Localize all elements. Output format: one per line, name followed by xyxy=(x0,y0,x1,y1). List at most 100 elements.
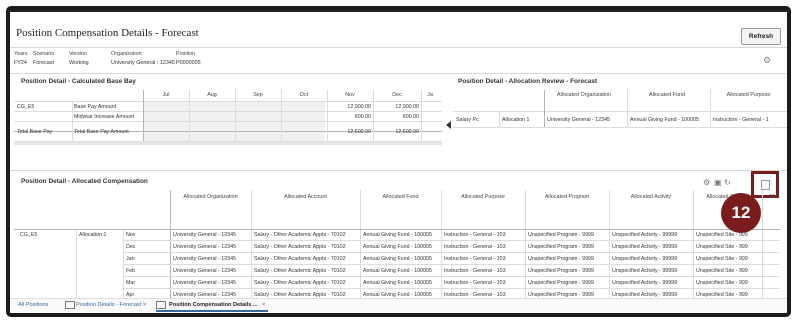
alloc-cell[interactable]: Annual Giving Fund - 100005 xyxy=(363,278,440,288)
pov-organization-value: University General : 12345 xyxy=(111,60,175,66)
alloc-cell[interactable]: Unspecified Program - 9999 xyxy=(528,254,608,264)
alloc-cell[interactable]: University General - 12345 xyxy=(173,230,250,240)
page-title: Position Compensation Details - Forecast xyxy=(16,27,199,39)
alloc-cell[interactable]: University General - 12345 xyxy=(173,266,250,276)
review-cell[interactable]: Annual Giving Fund - 100005 xyxy=(630,115,709,125)
alloc-cell[interactable]: Unspecified Activity - 99999 xyxy=(612,278,692,288)
refresh-button[interactable]: Refresh xyxy=(741,28,781,45)
calc-cell-dec[interactable]: 600.00 xyxy=(373,112,419,122)
grid-line xyxy=(421,90,422,141)
calc-cell-dec[interactable]: 12,000.00 xyxy=(373,102,419,112)
pov-organization[interactable]: Organization University General : 12345 xyxy=(111,50,175,68)
tab-form-icon xyxy=(65,301,75,309)
grid-line xyxy=(123,240,780,241)
grid-line xyxy=(72,101,73,141)
pov-divider xyxy=(10,73,787,74)
pov-position-value: P0000005 xyxy=(176,60,201,66)
tab-position-details-forecast[interactable]: Position Details - Forecast xyxy=(76,302,141,308)
alloc-cell[interactable]: Unspecified Program - 9999 xyxy=(528,278,608,288)
pov-years-value: FY24 xyxy=(14,60,27,66)
grid-line xyxy=(762,190,763,298)
alloc-header: Allo xyxy=(768,194,778,200)
alloc-cell[interactable]: University General - 12345 xyxy=(173,278,250,288)
refresh-icon[interactable]: ↻ xyxy=(724,178,731,187)
calc-cell-nov[interactable]: 12,600.00 xyxy=(327,127,371,137)
review-cell: Salary Pc xyxy=(456,117,479,123)
alloc-cell[interactable]: Instruction - General - 103 xyxy=(444,266,524,276)
alloc-cell[interactable]: University General - 12345 xyxy=(173,242,250,252)
pov-version[interactable]: Version Working xyxy=(69,50,89,68)
calc-cell-dec[interactable]: 12,600.00 xyxy=(373,127,419,137)
collapse-panel-arrow-icon[interactable] xyxy=(446,121,451,129)
calc-month-header: Jul xyxy=(162,92,170,98)
alloc-cell[interactable]: Unspecified Activity - 99999 xyxy=(612,254,692,264)
alloc-cell[interactable]: Unspecified Site - 999 xyxy=(696,266,760,276)
save-icon[interactable]: ▣ xyxy=(714,178,722,187)
review-cell[interactable]: University General - 12345 xyxy=(547,115,626,125)
alloc-cell[interactable]: Annual Giving Fund - 100005 xyxy=(363,242,440,252)
alloc-cell[interactable]: Unspecified Program - 9999 xyxy=(528,266,608,276)
grid-line xyxy=(360,190,361,298)
export-sheet-glyph xyxy=(760,179,770,190)
tab-position-compensation-details[interactable]: Position Compensation Details ... xyxy=(169,302,258,308)
alloc-cell[interactable]: Unspecified Activity - 99999 xyxy=(612,242,692,252)
calc-cell-nov[interactable]: 12,000.00 xyxy=(327,102,371,112)
calc-month-header: Ja xyxy=(427,92,433,98)
alloc-cell[interactable]: Unspecified Program - 9999 xyxy=(528,230,608,240)
alloc-cell[interactable]: Unspecified Site - 999 xyxy=(696,230,760,240)
alloc-cell[interactable]: Instruction - General - 103 xyxy=(444,254,524,264)
grid-line xyxy=(499,111,500,127)
alloc-cell[interactable]: Annual Giving Fund - 100005 xyxy=(363,266,440,276)
tab-all-positions[interactable]: All Positions xyxy=(18,302,48,308)
alloc-cell[interactable]: Salary - Other Academic Appts - 70102 xyxy=(254,266,359,276)
alloc-cell[interactable]: Unspecified Site - 999 xyxy=(696,242,760,252)
calc-row-label: Base Pay Amount xyxy=(74,104,117,110)
alloc-cell[interactable]: Salary - Other Academic Appts - 70102 xyxy=(254,254,359,264)
alloc-month-label: Nov xyxy=(126,232,136,238)
pov-scenario[interactable]: Scenario Forecast xyxy=(33,50,54,68)
grid-line xyxy=(453,127,787,128)
alloc-header: Allocated Activity xyxy=(630,194,672,200)
pov-settings-icon[interactable]: ⚙ xyxy=(763,55,771,66)
alloc-cell[interactable]: Instruction - General - 103 xyxy=(444,278,524,288)
active-tab-indicator xyxy=(156,310,268,312)
calc-horizontal-scrollbar[interactable] xyxy=(14,142,442,145)
alloc-cell[interactable]: Instruction - General - 103 xyxy=(444,230,524,240)
alloc-cell[interactable]: Unspecified Site - 999 xyxy=(696,254,760,264)
alloc-cell[interactable]: Annual Giving Fund - 100005 xyxy=(363,230,440,240)
review-cell[interactable]: Instruction - General - 1 xyxy=(713,115,785,125)
grid-line xyxy=(453,111,787,112)
alloc-header: Allocated Account xyxy=(284,194,327,200)
grid-line xyxy=(123,252,780,253)
alloc-cell[interactable]: Salary - Other Academic Appts - 70102 xyxy=(254,230,359,240)
alloc-cell[interactable]: Annual Giving Fund - 100005 xyxy=(363,254,440,264)
close-tab-icon[interactable]: × xyxy=(143,302,146,308)
close-tab-icon[interactable]: × xyxy=(262,302,265,308)
alloc-cell[interactable]: Salary - Other Academic Appts - 70102 xyxy=(254,278,359,288)
alloc-cell[interactable]: Instruction - General - 103 xyxy=(444,242,524,252)
calc-month-header: Oct xyxy=(299,92,309,98)
calc-cell-nov[interactable]: 600.00 xyxy=(327,112,371,122)
alloc-row-header: CG_E5 xyxy=(20,232,38,238)
review-cell: Allocation 1 xyxy=(502,117,530,123)
grid-line xyxy=(627,90,628,127)
pov-years[interactable]: Years FY24 xyxy=(14,50,28,68)
grid-line xyxy=(123,264,780,265)
alloc-cell[interactable]: Unspecified Program - 9999 xyxy=(528,242,608,252)
calc-month-header: Dec xyxy=(392,92,402,98)
pov-scenario-label: Scenario xyxy=(33,51,55,57)
alloc-cell[interactable]: University General - 12345 xyxy=(173,254,250,264)
pov-position[interactable]: Position P0000005 xyxy=(176,50,201,68)
step-callout-badge: 12 xyxy=(721,193,761,233)
review-header: Allocated Organization xyxy=(556,92,612,98)
alloc-cell[interactable]: Unspecified Site - 999 xyxy=(696,278,760,288)
alloc-cell[interactable]: Unspecified Activity - 99999 xyxy=(612,266,692,276)
review-header: Allocated Fund xyxy=(649,92,685,98)
calc-month-header: Sep xyxy=(253,92,263,98)
review-section-title: Position Detail - Allocation Review - Fo… xyxy=(458,78,598,85)
calc-row-header: CG_E5 xyxy=(17,104,35,110)
alloc-cell[interactable]: Salary - Other Academic Appts - 70102 xyxy=(254,242,359,252)
alloc-cell[interactable]: Unspecified Activity - 99999 xyxy=(612,230,692,240)
settings-icon[interactable]: ⚙ xyxy=(703,178,710,187)
pov-version-value: Working xyxy=(69,60,89,66)
